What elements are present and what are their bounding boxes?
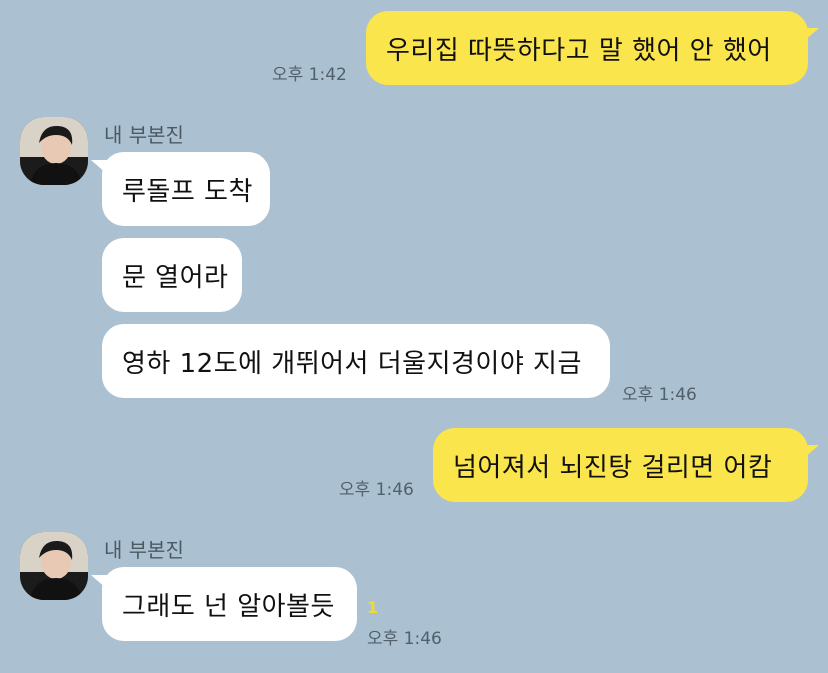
message-text: 우리집 따뜻하다고 말 했어 안 했어 [386, 35, 772, 66]
unread-count-badge: 1 [367, 598, 379, 617]
their-message-bubble[interactable]: 영하 12도에 개뛰어서 더울지경이야 지금 [102, 324, 610, 398]
message-timestamp: 오후 1:46 [339, 480, 414, 500]
bubble-tail [803, 445, 819, 459]
bubble-tail [91, 575, 107, 589]
message-text: 루돌프 도착 [122, 176, 253, 207]
my-message-bubble[interactable]: 넘어져서 뇌진탕 걸리면 어캄 [433, 428, 808, 502]
sender-name: 내 부본진 [104, 538, 184, 562]
bubble-tail [803, 28, 819, 42]
message-timestamp: 오후 1:46 [367, 629, 442, 649]
message-text: 영하 12도에 개뛰어서 더울지경이야 지금 [122, 348, 582, 379]
message-timestamp: 오후 1:42 [272, 65, 347, 85]
my-message-bubble[interactable]: 우리집 따뜻하다고 말 했어 안 했어 [366, 11, 808, 85]
chat-screen: { "sender": { "name": "내 부본진" }, "messag… [0, 0, 828, 673]
message-text: 그래도 넌 알아볼듯 [122, 591, 335, 622]
avatar[interactable] [20, 532, 88, 600]
message-text: 넘어져서 뇌진탕 걸리면 어캄 [453, 452, 773, 483]
bubble-tail [91, 160, 107, 174]
sender-name: 내 부본진 [104, 123, 184, 147]
message-timestamp: 오후 1:46 [622, 385, 697, 405]
message-text: 문 열어라 [122, 262, 229, 293]
avatar-photo-icon [20, 532, 88, 600]
their-message-bubble[interactable]: 그래도 넌 알아볼듯 [102, 567, 357, 641]
their-message-bubble[interactable]: 문 열어라 [102, 238, 242, 312]
avatar-photo-icon [20, 117, 88, 185]
avatar[interactable] [20, 117, 88, 185]
their-message-bubble[interactable]: 루돌프 도착 [102, 152, 270, 226]
